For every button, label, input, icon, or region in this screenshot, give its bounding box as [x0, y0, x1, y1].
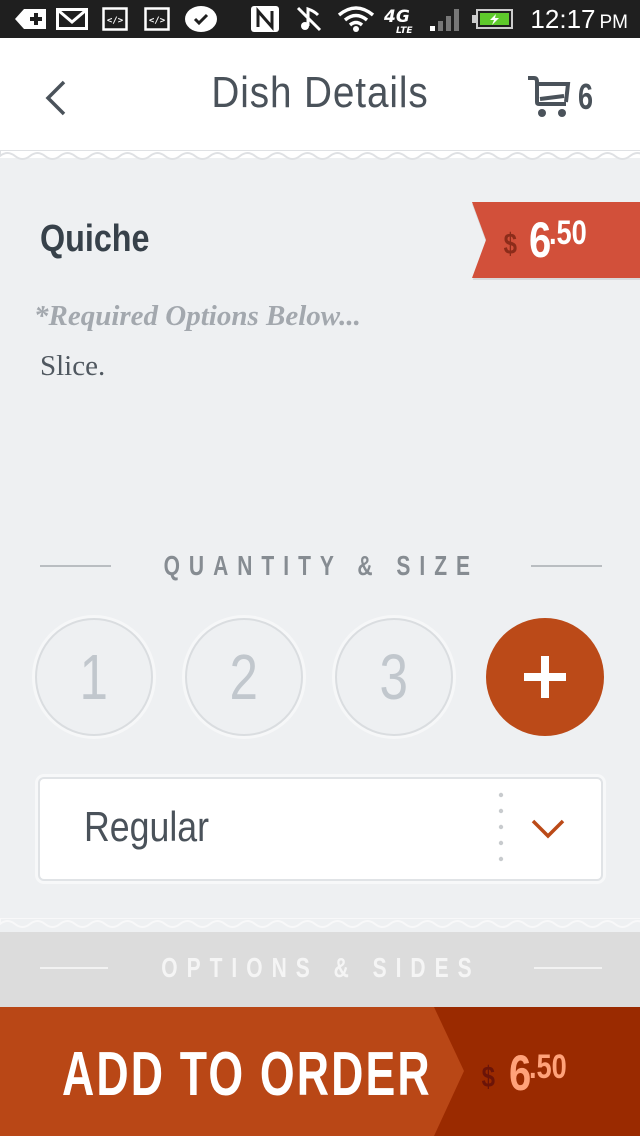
order-price-cents: .50 — [528, 1048, 567, 1086]
quantity-size-heading: QUANTITY & SIZE — [40, 546, 602, 586]
section-label: QUANTITY & SIZE — [163, 550, 479, 581]
divider-line — [533, 967, 602, 969]
section-label: OPTIONS & SIDES — [161, 952, 481, 983]
price-cents: .50 — [548, 214, 587, 252]
4g-lte-icon: 4G LTE — [382, 6, 420, 34]
quantity-label: 3 — [379, 641, 409, 713]
status-bar: </> </> 4G LTE 12:17 PM — [0, 0, 640, 38]
svg-text:</>: </> — [107, 16, 124, 26]
required-options-note: *Required Options Below... — [34, 300, 361, 332]
order-price-currency: $ — [481, 1061, 496, 1094]
chevron-down-icon — [531, 819, 565, 839]
svg-text:4G: 4G — [383, 7, 410, 27]
battery-charging-icon — [472, 6, 514, 32]
order-total-price: $ 6 .50 — [480, 1043, 576, 1103]
options-sides-heading: OPTIONS & SIDES — [40, 948, 602, 988]
mute-icon — [296, 6, 322, 32]
divider-line — [40, 967, 109, 969]
add-to-order-label: ADD TO ORDER — [62, 1040, 432, 1109]
order-price-main: 6 — [508, 1045, 531, 1101]
divider-line — [40, 565, 111, 567]
price-tag: $ 6 .50 — [472, 202, 640, 280]
quantity-label: 2 — [229, 641, 259, 713]
code-icon: </> — [102, 6, 128, 32]
code-icon: </> — [144, 6, 170, 32]
dish-name: Quiche — [40, 218, 150, 260]
dotted-divider — [498, 792, 504, 862]
options-wave-divider — [0, 918, 640, 928]
header: Dish Details 6 — [0, 38, 640, 158]
dish-description: Slice. — [40, 350, 106, 382]
check-bubble-icon — [184, 6, 218, 32]
gmail-icon — [56, 6, 88, 32]
cart-count: 6 — [578, 76, 594, 117]
price-main: 6 — [528, 212, 551, 268]
quantity-option-3[interactable]: 3 — [335, 618, 453, 736]
svg-text:</>: </> — [149, 16, 166, 26]
add-to-order-button[interactable]: ADD TO ORDER $ 6 .50 — [0, 1007, 640, 1136]
cart-icon — [528, 76, 571, 117]
status-time: 12:17 PM — [530, 4, 628, 38]
header-wave-divider — [0, 150, 640, 160]
time-text: 12:17 — [530, 4, 596, 34]
wifi-icon — [336, 6, 376, 32]
quantity-label: 1 — [79, 641, 109, 713]
size-select[interactable]: Regular — [38, 777, 603, 881]
add-tag-icon — [14, 6, 48, 32]
quantity-option-1[interactable]: 1 — [35, 618, 153, 736]
divider-line — [531, 565, 602, 567]
signal-icon — [428, 6, 464, 32]
size-select-value: Regular — [84, 803, 210, 850]
plus-icon — [524, 656, 566, 698]
cart-button[interactable]: 6 — [526, 72, 606, 122]
price-currency: $ — [503, 228, 518, 261]
nfc-icon — [250, 6, 280, 32]
quantity-option-2[interactable]: 2 — [185, 618, 303, 736]
page-title: Dish Details — [211, 68, 429, 117]
svg-text:LTE: LTE — [396, 26, 413, 34]
ampm-text: PM — [599, 12, 629, 33]
add-quantity-button[interactable] — [486, 618, 604, 736]
